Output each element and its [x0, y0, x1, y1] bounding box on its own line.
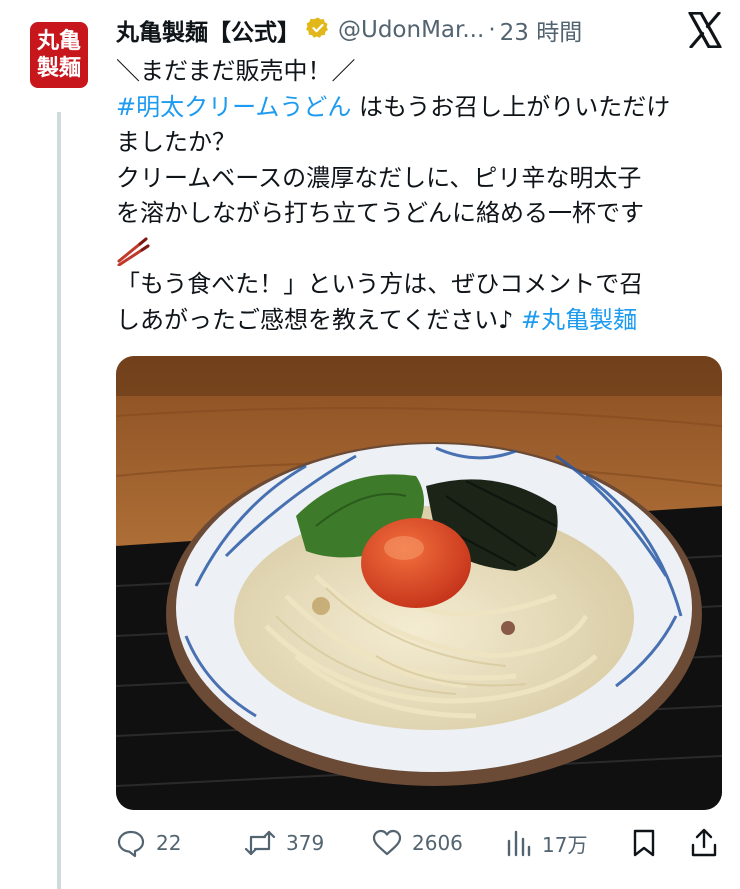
repost-count: 379 — [286, 831, 325, 855]
like-count: 2606 — [412, 831, 463, 855]
post-line-8-text: しあがったご感想を教えてください♪ — [116, 305, 522, 334]
timestamp[interactable]: 23 時間 — [500, 13, 583, 47]
post-line-5: を溶かしながら打ち立てうどんに絡める一杯です — [116, 199, 644, 227]
chopsticks-emoji-icon — [117, 237, 150, 266]
avatar-text-bottom: 製麺 — [36, 55, 81, 81]
avatar[interactable]: 丸亀 製麺 — [30, 22, 88, 88]
udon-photo-icon — [116, 356, 722, 810]
heart-icon — [372, 829, 402, 856]
repost-button[interactable]: 379 — [244, 822, 324, 864]
share-icon — [691, 828, 717, 857]
avatar-text-top: 丸亀 — [36, 28, 81, 54]
post-line-1: ＼まだまだ販売中！／ — [116, 57, 356, 85]
post-photo[interactable] — [116, 356, 722, 810]
separator-dot: · — [488, 17, 496, 43]
post-line-4: クリームベースの濃厚なだしに、ピリ辛な明太子 — [116, 163, 642, 192]
post-line-2-rest: はもうお召し上がりいただけ — [351, 92, 671, 121]
views-count: 17万 — [542, 832, 588, 857]
repost-icon — [244, 830, 276, 856]
reply-icon — [117, 830, 145, 858]
bookmark-icon — [633, 829, 655, 857]
views-bar-chart-icon — [507, 830, 531, 857]
like-button[interactable]: 2606 — [372, 822, 463, 864]
bookmark-button[interactable] — [632, 822, 666, 864]
share-button[interactable] — [690, 822, 728, 864]
post-text: ＼まだまだ販売中！／ #明太クリームうどん はもうお召し上がりいただけ ましたか… — [116, 54, 726, 338]
verified-badge-icon[interactable] — [306, 16, 330, 44]
x-logo-icon[interactable] — [688, 12, 722, 48]
post-line-7: 「もう食べた！」という方は、ぜひコメントで召 — [116, 270, 644, 298]
reply-count: 22 — [156, 831, 182, 855]
post-line-6 — [116, 232, 726, 268]
post-header: 丸亀製麺【公式】 @UdonMar... · 23 時間 — [116, 12, 582, 48]
display-name[interactable]: 丸亀製麺【公式】 — [116, 13, 300, 47]
post-line-2: #明太クリームうどん はもうお召し上がりいただけ — [116, 90, 726, 126]
views-button[interactable]: 17万 — [506, 822, 587, 864]
hashtag-mentai-cream-udon[interactable]: #明太クリームうどん — [116, 93, 351, 121]
post-line-8: しあがったご感想を教えてください♪ #丸亀製麺 — [116, 303, 726, 339]
reply-button[interactable]: 22 — [116, 822, 181, 864]
post-line-3: ましたか？ — [116, 128, 236, 156]
hashtag-marugame[interactable]: #丸亀製麺 — [521, 306, 637, 334]
action-bar: 22 379 2606 17万 — [116, 822, 722, 864]
handle[interactable]: @UdonMar... — [338, 17, 484, 43]
thread-line — [57, 112, 61, 889]
